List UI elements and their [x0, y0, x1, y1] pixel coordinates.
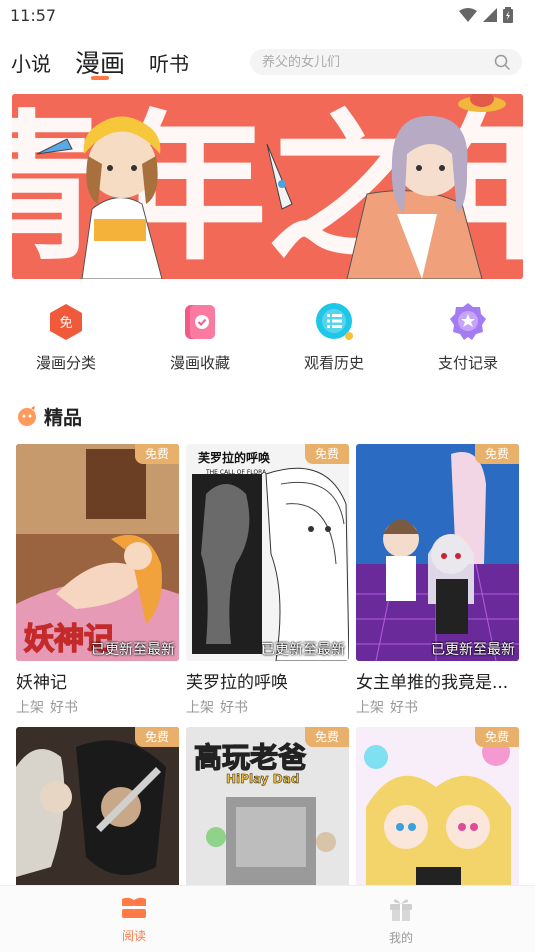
free-badge: 免费: [475, 444, 519, 464]
comic-tags: 上架 好书: [356, 697, 519, 717]
category-badge-icon: 免: [50, 304, 82, 340]
banner-artwork: 青年之年: [12, 94, 523, 279]
quick-action-favorites[interactable]: 漫画收藏: [145, 300, 255, 373]
search-input[interactable]: [262, 49, 482, 75]
bottom-tab-label: 我的: [388, 931, 413, 945]
cover-subtitle-art: THE CALL OF FLORA: [205, 469, 267, 476]
history-list-icon: [316, 303, 353, 340]
comic-card[interactable]: 芙罗拉的呼唤 THE CALL OF FLORA 免费 已更新至最新 芙罗拉的呼…: [186, 444, 349, 717]
cover-title-art: 高玩老爸: [194, 741, 306, 774]
tab-comics[interactable]: 漫画: [75, 44, 125, 80]
free-badge: 免费: [475, 727, 519, 747]
quick-action-history[interactable]: 观看历史: [279, 300, 389, 373]
signal-icon: [483, 8, 497, 22]
cover-title-art: 芙罗拉的呼唤: [197, 450, 270, 465]
comic-title: 芙罗拉的呼唤: [186, 673, 288, 693]
quick-action-label: 漫画收藏: [169, 354, 230, 372]
update-status: 已更新至最新: [431, 642, 515, 658]
quick-action-label: 观看历史: [303, 354, 364, 372]
update-status: 已更新至最新: [261, 642, 345, 658]
comic-title: 女主单推的我竟是...: [356, 673, 509, 693]
bottom-tab-label: 阅读: [121, 929, 146, 943]
free-badge: 免费: [135, 727, 179, 747]
banner-character-left: [81, 116, 163, 279]
comic-cover: 妖神记 免费 已更新至最新: [16, 444, 179, 661]
bottom-tab-read[interactable]: 阅读: [94, 896, 174, 944]
free-badge: 免费: [305, 727, 349, 747]
comic-tag: 好书: [390, 700, 418, 716]
gift-icon: [390, 899, 412, 921]
boutique-icon: [18, 406, 36, 426]
comic-tag: 好书: [50, 700, 78, 716]
wifi-icon: [459, 8, 477, 22]
bottom-nav: 阅读 我的: [0, 885, 535, 952]
comic-title: 妖神记: [16, 673, 67, 693]
bookmark-check-icon: [185, 305, 215, 339]
category-badge-text: 免: [59, 316, 72, 331]
comic-cover: 免费 已更新至最新: [356, 444, 519, 661]
status-bar: 11:57: [0, 0, 535, 32]
bottom-tab-mine[interactable]: 我的: [361, 896, 441, 946]
payment-star-icon: [450, 303, 486, 340]
status-time: 11:57: [10, 6, 57, 25]
comic-tags: 上架 好书: [16, 697, 179, 717]
status-icons: [459, 7, 513, 23]
comic-tag: 上架: [356, 700, 384, 716]
quick-action-label: 支付记录: [437, 354, 498, 372]
comic-tag: 上架: [186, 700, 214, 716]
comic-tag: 好书: [220, 700, 248, 716]
comic-card[interactable]: 妖神记 免费 已更新至最新 妖神记 上架 好书: [16, 444, 179, 717]
comic-cover: 芙罗拉的呼唤 THE CALL OF FLORA 免费 已更新至最新: [186, 444, 349, 661]
comic-card[interactable]: 免费 已更新至最新 女主单推的我竟是... 上架 好书: [356, 444, 519, 717]
free-badge: 免费: [135, 444, 179, 464]
search-icon[interactable]: [494, 54, 510, 70]
cover-art: [356, 444, 519, 661]
tab-audiobook[interactable]: 听书: [149, 48, 189, 77]
quick-actions: 免 漫画分类 漫画收藏 观看历史 支付记录: [0, 300, 535, 380]
comic-tag: 上架: [16, 700, 44, 716]
quick-action-categories[interactable]: 免 漫画分类: [11, 300, 121, 373]
battery-icon: [503, 7, 513, 23]
free-badge: 免费: [305, 444, 349, 464]
active-tab-indicator: [91, 76, 109, 80]
comic-tags: 上架 好书: [186, 697, 349, 717]
cover-art: 妖神记: [16, 444, 179, 661]
cover-art: 芙罗拉的呼唤 THE CALL OF FLORA: [186, 444, 349, 661]
quick-action-payments[interactable]: 支付记录: [413, 300, 523, 373]
section-title: 精品: [44, 406, 83, 429]
section-header: 精品: [16, 402, 82, 430]
search-box[interactable]: [250, 49, 522, 75]
update-status: 已更新至最新: [91, 642, 175, 658]
cover-subtitle-art: HiPlay Dad: [226, 772, 299, 786]
promo-banner[interactable]: 青年之年: [12, 94, 523, 279]
quick-action-label: 漫画分类: [35, 354, 96, 372]
tab-novel[interactable]: 小说: [11, 48, 51, 77]
read-icon: [122, 897, 146, 918]
